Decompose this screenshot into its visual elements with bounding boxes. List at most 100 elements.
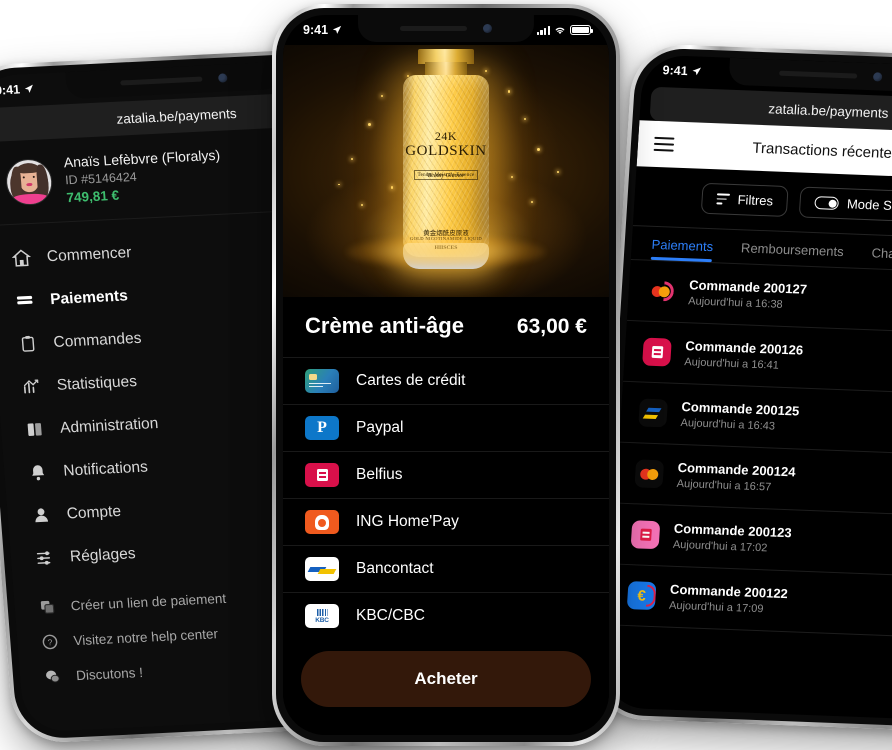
transaction-info: Commande 200122 Aujourd'hui a 17:09 [669,582,892,621]
mastercard-icon [634,459,665,489]
bancontact-icon [638,398,668,428]
page-title: Transactions récentes [751,139,892,162]
sidebar-item-label: Notifications [62,458,149,480]
sidebar-item-label: Réglages [69,544,137,565]
sidebar-sub-label: Visitez notre help center [72,626,219,649]
bancontact-icon [305,557,339,581]
belfius-icon [642,337,672,367]
center-phone-bezel: 9:41 24K GOLDSKIN Tender Moisture Essenc… [276,8,616,742]
status-right [536,24,593,36]
sidebar-item-label: Commandes [52,329,142,351]
belfius-icon [305,463,339,487]
maestro-icon [645,276,676,306]
table-row[interactable]: € Commande 200122 Aujourd'hui a 17:09 23… [607,564,892,640]
paypal-icon: P [305,416,339,440]
right-phone-bezel: 9:41 zatalia.be/payments Transactions ré… [595,47,892,729]
status-left: 9:41 [0,82,35,98]
belfius-pink-icon [630,520,661,550]
filter-icon [716,193,731,205]
status-left: 9:41 [303,23,342,37]
center-phone-mockup: 9:41 24K GOLDSKIN Tender Moisture Essenc… [272,4,620,746]
payment-method-kbc-cbc[interactable]: KBC KBC/CBC [283,592,609,639]
sidebar-item-label: Statistiques [56,372,138,394]
kbc-icon: KBC [305,604,339,628]
hero-glow [346,235,546,269]
tab-remboursements[interactable]: Remboursements [740,240,845,267]
cellular-signal-icon [536,25,550,35]
bell-icon [28,462,48,482]
battery-icon [570,24,593,36]
status-time: 9:41 [303,23,329,37]
product-name: Crème anti-âge [305,313,464,338]
chart-up-icon [21,377,41,397]
tab-chargebacks[interactable]: Chargebacks [871,245,892,271]
transaction-info: Commande 200124 Aujourd'hui a 16:57 [676,460,892,499]
user-text-block: Anaïs Lefèbvre (Floralys) ID #5146424 74… [63,147,223,205]
bottle-label-24k: 24K [434,129,458,143]
right-phone-screen: 9:41 zatalia.be/payments Transactions ré… [602,54,892,722]
screenshot-stage: 9:41 zatalia.be/payments Anaïs Lefèbvre … [0,0,892,750]
location-arrow-icon [692,67,702,76]
transaction-info: Commande 200127 Aujourd'hui a 16:38 [688,277,892,316]
buy-button[interactable]: Acheter [301,651,591,707]
ing-icon [305,510,339,534]
tab-paiements[interactable]: Paiements [651,237,713,262]
payment-method-label: Belfius [356,466,403,483]
sidebar-item-label: Paiements [49,286,129,308]
filters-label: Filtres [737,192,774,209]
sidebar-sub-label: Discutons ! [75,664,144,684]
bottle-label-brand: GOLDSKIN [405,143,487,159]
product-bottle: 24K GOLDSKIN Tender Moisture Essence Bea… [400,49,492,269]
dark-mode-toggle[interactable]: Mode Sombre [799,186,892,223]
person-icon [31,505,51,525]
filters-button[interactable]: Filtres [700,182,789,218]
payment-method-ing-homepay[interactable]: ING Home'Pay [283,498,609,545]
location-arrow-icon [332,25,342,34]
avatar [4,157,54,206]
payment-method-cartes-de-credit[interactable]: Cartes de crédit [283,357,609,404]
left-url-text: zatalia.be/payments [115,105,238,127]
location-arrow-icon [24,84,33,93]
payment-method-belfius[interactable]: Belfius [283,451,609,498]
payment-method-label: Bancontact [356,560,434,577]
sidebar-item-label: Administration [59,414,159,437]
copy-link-icon [38,598,56,616]
right-url-text: zatalia.be/payments [767,100,889,121]
buy-button-container: Acheter [283,639,609,729]
transaction-info: Commande 200123 Aujourd'hui a 17:02 [673,521,892,560]
bottle-label-sub2: Beauty Glamor [427,173,465,179]
payment-method-label: Cartes de crédit [356,372,466,389]
payment-method-label: ING Home'Pay [356,513,459,530]
payment-method-label: Paypal [356,419,404,436]
question-circle-icon: ? [41,633,59,651]
dark-mode-label: Mode Sombre [846,196,892,215]
wifi-icon [555,27,565,35]
product-price: 63,00 € [516,315,587,338]
transaction-info: Commande 200126 Aujourd'hui a 16:41 [684,338,892,377]
sidebar-item-label: Commencer [46,243,132,265]
credit-card-icon [305,369,339,393]
status-left: 9:41 [662,63,702,78]
payment-method-bancontact[interactable]: Bancontact [283,545,609,592]
center-status-bar: 9:41 [283,15,609,45]
sidebar-sub-label: Créer un lien de paiement [70,590,227,614]
svg-text:?: ? [47,637,53,647]
status-time: 9:41 [662,63,689,79]
toggle-on-icon [814,196,840,210]
home-icon [11,248,32,268]
center-phone-screen: 9:41 24K GOLDSKIN Tender Moisture Essenc… [283,15,609,735]
status-time: 9:41 [0,82,21,98]
transaction-info: Commande 200125 Aujourd'hui a 16:43 [680,399,892,438]
chat-bubble-icon [44,668,62,686]
clipboard-icon [18,334,38,354]
book-icon [24,420,44,440]
payment-method-label: KBC/CBC [356,607,425,624]
transactions-list: Commande 200127 Aujourd'hui a 16:38 63,0… [607,259,892,640]
product-summary: Crème anti-âge 63,00 € [283,297,609,357]
payments-icon [15,291,35,311]
sidebar-item-label: Compte [66,502,122,522]
product-hero-image: 24K GOLDSKIN Tender Moisture Essence Bea… [283,45,609,297]
euro-card-icon: € [626,581,657,611]
payment-method-paypal[interactable]: P Paypal [283,404,609,451]
right-phone-mockup: 9:41 zatalia.be/payments Transactions ré… [590,43,892,733]
